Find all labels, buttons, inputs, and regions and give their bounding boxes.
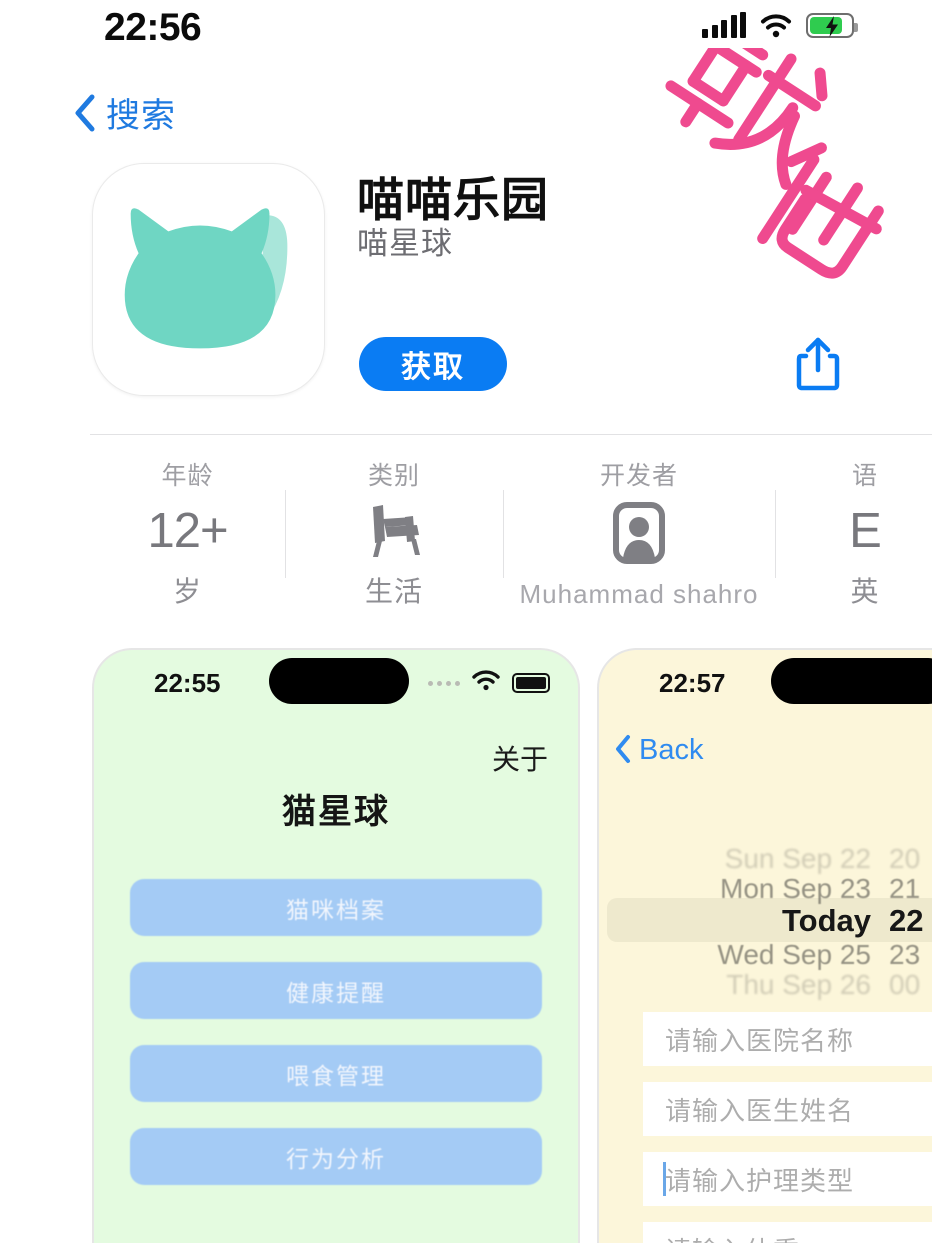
info-divider <box>285 490 286 578</box>
screenshot-preview-2[interactable]: 22:57 Back Sun Sep 22 20 Mon Sep 23 21 T… <box>597 648 932 1243</box>
battery-charging-icon <box>806 13 858 38</box>
date-picker-wheel[interactable]: Sun Sep 22 20 Mon Sep 23 21 Today 22 Wed… <box>599 842 932 1000</box>
info-heading: 开发者 <box>599 462 678 490</box>
text-cursor <box>663 1162 666 1196</box>
picker-date: Wed Sep 25 <box>717 939 871 970</box>
status-bar-indicators <box>702 12 858 38</box>
info-col-language: 语 E 英 <box>775 452 932 612</box>
doctor-name-field[interactable]: 请输入医生姓名 <box>643 1082 932 1136</box>
wifi-icon <box>472 670 500 696</box>
preview-status-bar: 22:55 <box>94 650 578 720</box>
preview-status-bar: 22:57 <box>599 650 932 720</box>
hospital-name-field[interactable]: 请输入医院名称 <box>643 1012 932 1066</box>
picker-row[interactable]: Thu Sep 26 00 <box>599 968 932 1002</box>
info-footer: Muhammad shahro <box>519 579 759 609</box>
screenshot-gallery[interactable]: 22:55 关于 猫星球 猫咪档案 健康提醒 喂食管理 行为分析 22:57 B… <box>0 648 932 1243</box>
picker-date: Mon Sep 23 <box>720 873 871 904</box>
info-heading: 语 <box>851 462 878 490</box>
back-button: Back <box>639 734 704 766</box>
info-col-developer: 开发者 Muhammad shahro <box>503 452 775 612</box>
picker-row[interactable]: Mon Sep 23 21 <box>599 872 932 906</box>
chair-icon <box>361 501 427 562</box>
status-bar-time: 22:56 <box>104 6 202 49</box>
share-icon[interactable] <box>795 336 841 392</box>
dynamic-island <box>771 658 932 704</box>
chevron-left-icon <box>74 94 96 132</box>
picker-time: 21 <box>889 873 921 904</box>
info-footer: 生活 <box>364 576 423 607</box>
chevron-left-icon <box>615 734 631 764</box>
picker-row[interactable]: Wed Sep 25 23 <box>599 938 932 972</box>
back-label: 搜索 <box>106 97 176 135</box>
person-card-icon <box>613 502 665 569</box>
app-info-row: 年龄 12+ 岁 类别 生活 开发者 Muhammad shahro 语 E 英 <box>90 452 932 612</box>
cellular-dots-icon <box>428 680 460 686</box>
header-divider <box>90 434 932 435</box>
preview-time: 22:55 <box>154 668 221 698</box>
menu-button-cat-profile[interactable]: 猫咪档案 <box>130 879 542 936</box>
app-icon <box>92 163 325 396</box>
care-type-field[interactable]: 请输入护理类型 <box>643 1152 932 1206</box>
picker-date: Today <box>782 903 871 938</box>
app-store-product-page: 22:56 搜索 喵喵乐园 喵星球 获取 年龄 12+ 岁 类别 生活 开发者 … <box>0 0 932 1243</box>
picker-date: Thu Sep 26 <box>726 969 871 1000</box>
get-button[interactable]: 获取 <box>359 337 507 391</box>
handwritten-annotation <box>600 19 930 338</box>
picker-date: Sun Sep 22 <box>724 843 871 874</box>
info-heading: 年龄 <box>161 462 214 490</box>
wifi-icon <box>760 13 792 38</box>
info-footer: 英 <box>850 576 880 607</box>
about-button[interactable]: 关于 <box>492 738 548 778</box>
care-type-placeholder: 请输入护理类型 <box>665 1165 855 1196</box>
info-divider <box>775 490 776 578</box>
cellular-bars-icon <box>702 12 746 38</box>
screenshot-preview-1[interactable]: 22:55 关于 猫星球 猫咪档案 健康提醒 喂食管理 行为分析 <box>92 648 580 1243</box>
dynamic-island <box>269 658 409 704</box>
form-fields: 请输入医院名称 请输入医生姓名 请输入护理类型 请输入体重 <box>599 1012 932 1243</box>
info-col-age: 年龄 12+ 岁 <box>90 452 285 612</box>
info-heading: 类别 <box>367 462 420 490</box>
preview-topbar: 关于 <box>94 720 578 792</box>
menu-button-health-reminder[interactable]: 健康提醒 <box>130 962 542 1019</box>
info-value: 12+ <box>147 504 228 558</box>
preview-indicators <box>428 670 550 696</box>
picker-time: 23 <box>889 939 921 970</box>
info-divider <box>503 490 504 578</box>
info-footer: 岁 <box>172 576 202 607</box>
back-to-search-link[interactable]: 搜索 <box>74 88 176 137</box>
menu-button-behavior-analysis[interactable]: 行为分析 <box>130 1128 542 1185</box>
battery-icon <box>512 673 550 693</box>
preview-time: 22:57 <box>659 668 726 698</box>
preview-back-row[interactable]: Back <box>599 720 932 786</box>
info-value: E <box>849 504 882 558</box>
weight-field[interactable]: 请输入体重 <box>643 1222 932 1243</box>
status-bar: 22:56 <box>0 0 932 62</box>
menu-button-feeding-management[interactable]: 喂食管理 <box>130 1045 542 1102</box>
info-col-category: 类别 生活 <box>285 452 503 612</box>
preview-menu-buttons: 猫咪档案 健康提醒 喂食管理 行为分析 <box>94 879 578 1185</box>
picker-time: 20 <box>889 843 921 874</box>
picker-time: 22 <box>889 903 924 938</box>
app-subtitle: 喵星球 <box>357 226 453 261</box>
picker-row[interactable]: Sun Sep 22 20 <box>599 842 932 876</box>
picker-time: 00 <box>889 969 921 1000</box>
picker-row-selected[interactable]: Today 22 <box>599 903 932 938</box>
